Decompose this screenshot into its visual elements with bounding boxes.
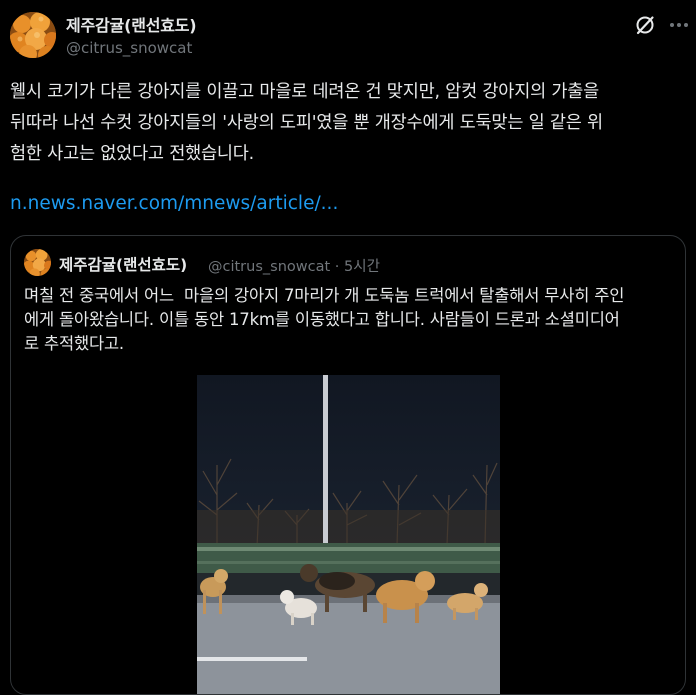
quoted-timestamp[interactable]: 5시간 — [344, 259, 380, 275]
avatar[interactable] — [10, 12, 56, 58]
quoted-text: 며칠 전 중국에서 어느 마을의 강아지 7마리가 개 도둑놈 트럭에서 탈출해… — [24, 286, 625, 353]
author-display-name[interactable]: 제주감귤(랜선효도) — [66, 12, 197, 36]
quoted-meta: @citrus_snowcat · 5시간 — [208, 255, 380, 276]
quoted-handle[interactable]: @citrus_snowcat — [208, 259, 330, 275]
author-handle[interactable]: @citrus_snowcat — [66, 39, 192, 57]
meta-separator: · — [334, 259, 340, 275]
more-options-icon[interactable] — [668, 14, 690, 36]
grok-icon[interactable] — [634, 14, 656, 36]
quoted-tweet[interactable]: 제주감귤(랜선효도) @citrus_snowcat · 5시간 며칠 전 중국… — [10, 235, 686, 695]
quoted-avatar[interactable] — [24, 249, 51, 276]
quoted-video[interactable] — [197, 375, 500, 694]
article-link[interactable]: n.news.naver.com/mnews/article/... — [10, 193, 338, 214]
tweet: 제주감귤(랜선효도) @citrus_snowcat 웰시 코기가 다른 강아지… — [0, 0, 696, 695]
quoted-display-name[interactable]: 제주감귤(랜선효도) — [59, 253, 187, 275]
tangerine-pile-image — [24, 249, 51, 276]
tweet-text: 웰시 코기가 다른 강아지를 이끌고 마을로 데려온 건 맞지만, 암컷 강아지… — [10, 82, 603, 164]
dogs-on-road-image — [197, 375, 500, 694]
tangerine-pile-image — [10, 12, 56, 58]
